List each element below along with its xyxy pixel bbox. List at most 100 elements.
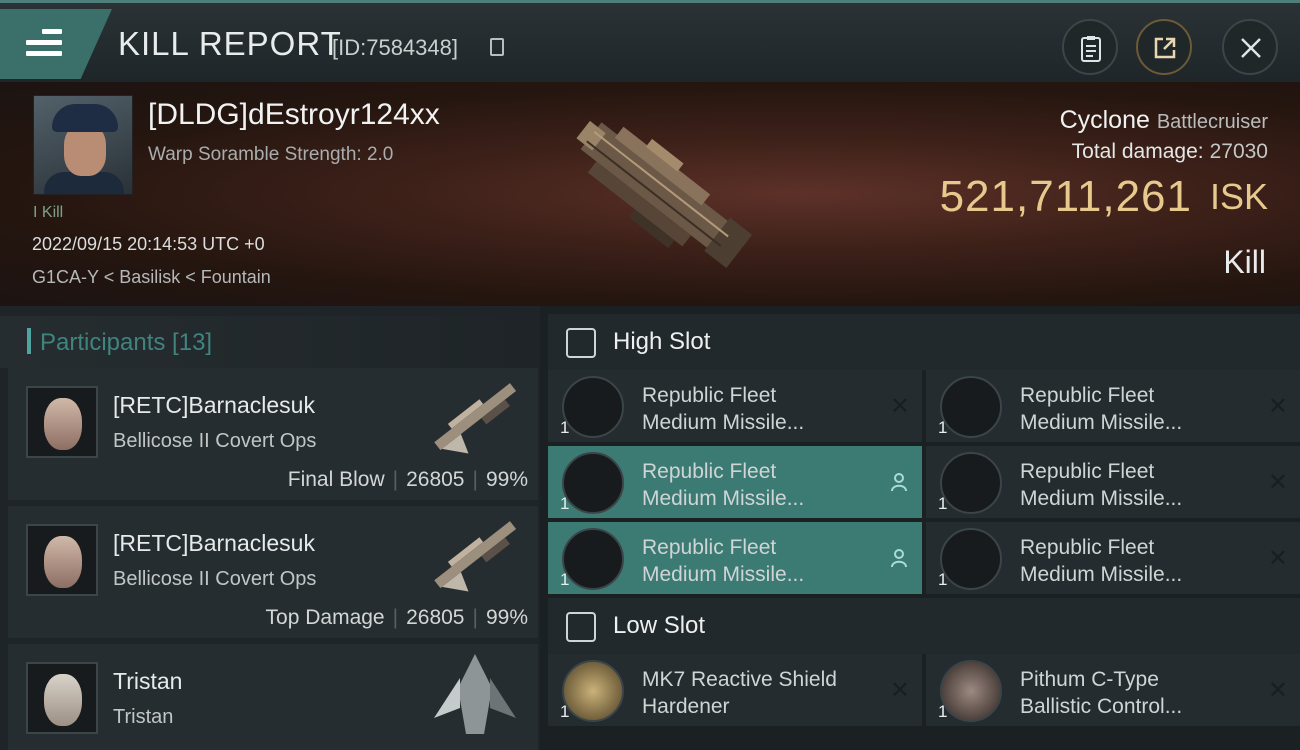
module-item[interactable]: 1 Pithum C-Type Ballistic Control... ✕ — [926, 654, 1300, 726]
kill-banner: [DLDG]dEstroyr124xx Warp Soramble Streng… — [0, 82, 1300, 306]
low-slot-label: Low Slot — [613, 612, 706, 639]
module-name: Republic Fleet Medium Missile... — [642, 536, 805, 586]
participant-ship: Bellicose II Covert Ops — [113, 430, 317, 452]
participant-damage: 26805 — [406, 468, 465, 491]
module-quantity: 1 — [560, 702, 570, 721]
clipboard-button[interactable] — [1062, 19, 1118, 75]
close-button[interactable] — [1222, 19, 1278, 75]
isk-unit: ISK — [1209, 176, 1268, 217]
missile-launcher-icon — [940, 528, 1002, 590]
result-label: Kill — [1223, 244, 1266, 280]
missile-launcher-icon — [562, 452, 624, 514]
page-title: KILL REPORT — [118, 25, 342, 62]
ship-type: Cyclone — [1059, 106, 1150, 134]
missile-launcher-icon — [562, 528, 624, 590]
participants-panel: Participants [13] [RETC]Barnaclesuk Bell… — [0, 306, 540, 750]
participant-row[interactable]: [RETC]Barnaclesuk Bellicose II Covert Op… — [8, 368, 538, 500]
participants-header: Participants [13] — [0, 316, 540, 368]
missile-launcher-icon — [940, 452, 1002, 514]
module-name: Republic Fleet Medium Missile... — [1020, 536, 1183, 586]
module-quantity: 1 — [938, 702, 948, 721]
module-name: Republic Fleet Medium Missile... — [642, 460, 805, 510]
module-item[interactable]: 1 Republic Fleet Medium Missile... ✕ — [926, 522, 1300, 594]
module-quantity: 1 — [560, 570, 570, 589]
module-quantity: 1 — [560, 418, 570, 437]
participant-ship-icon — [434, 521, 517, 592]
share-icon — [1154, 37, 1176, 59]
module-quantity: 1 — [938, 418, 948, 437]
victim-avatar[interactable] — [33, 95, 133, 195]
clipboard-icon — [1081, 36, 1101, 62]
participant-ship-icon — [434, 383, 517, 454]
low-slot-icon — [566, 612, 596, 642]
participants-title: Participants [13] — [40, 329, 213, 356]
total-damage-value: 27030 — [1209, 140, 1268, 163]
destroyed-icon: ✕ — [1267, 469, 1288, 496]
high-slot-header: High Slot — [548, 314, 1300, 370]
participant-avatar — [26, 386, 98, 458]
high-slot-label: High Slot — [613, 328, 711, 355]
module-quantity: 1 — [938, 494, 948, 513]
dropped-person-icon — [891, 473, 907, 492]
ship-class: Battlecruiser — [1156, 111, 1268, 133]
participant-name: [RETC]Barnaclesuk — [113, 530, 315, 556]
destroyed-icon: ✕ — [889, 393, 910, 420]
participant-percent: 99% — [485, 606, 528, 629]
module-item[interactable]: 1 Republic Fleet Medium Missile... ✕ — [926, 446, 1300, 518]
participant-ship: Bellicose II Covert Ops — [113, 568, 317, 590]
isk-value: 521,711,261 — [939, 172, 1192, 221]
participant-stats: Top Damage | 26805 | 99% — [265, 606, 528, 629]
destroyed-icon: ✕ — [889, 677, 910, 704]
close-icon — [1241, 38, 1261, 58]
victim-ship-name[interactable]: Cyclone Battlecruiser — [1060, 106, 1268, 135]
kill-count-tag: I Kill — [33, 204, 64, 221]
menu-icon — [26, 29, 62, 62]
menu-button[interactable] — [0, 9, 112, 79]
kill-id: [ID:7584348] — [332, 35, 458, 60]
total-damage: Total damage: 27030 — [1072, 140, 1268, 164]
warp-scramble-strength: Warp Soramble Strength: 2.0 — [148, 144, 394, 165]
participant-damage: 26805 — [406, 606, 465, 629]
destroyed-icon: ✕ — [1267, 393, 1288, 420]
missile-launcher-icon — [562, 376, 624, 438]
participant-ship: Tristan — [113, 706, 174, 728]
module-name: Republic Fleet Medium Missile... — [642, 384, 805, 434]
kill-location[interactable]: G1CA-Y < Basilisk < Fountain — [32, 267, 271, 288]
participant-stats: Final Blow | 26805 | 99% — [287, 468, 528, 491]
total-damage-label: Total damage: — [1071, 140, 1204, 163]
copy-icon[interactable] — [490, 38, 504, 56]
participant-role: Top Damage — [265, 606, 385, 629]
module-name: Republic Fleet Medium Missile... — [1020, 460, 1183, 510]
module-name: MK7 Reactive Shield Hardener — [642, 668, 837, 718]
participant-role: Final Blow — [287, 468, 385, 491]
module-item[interactable]: 1 Republic Fleet Medium Missile... ✕ — [926, 370, 1300, 442]
ballistic-control-icon — [940, 660, 1002, 722]
destroyed-icon: ✕ — [1267, 677, 1288, 704]
victim-name[interactable]: [DLDG]dEstroyr124xx — [148, 98, 440, 132]
kill-datetime: 2022/09/15 20:14:53 UTC +0 — [32, 234, 265, 254]
participant-percent: 99% — [485, 468, 528, 491]
shield-hardener-icon — [562, 660, 624, 722]
participant-avatar — [26, 662, 98, 734]
top-bar: KILL REPORT [ID:7584348] — [0, 0, 1300, 82]
module-quantity: 1 — [560, 494, 570, 513]
dropped-person-icon — [891, 549, 907, 568]
module-item[interactable]: 1 Republic Fleet Medium Missile... — [548, 446, 922, 518]
module-item[interactable]: 1 MK7 Reactive Shield Hardener ✕ — [548, 654, 922, 726]
high-slot-icon — [566, 328, 596, 358]
participant-row[interactable]: [RETC]Barnaclesuk Bellicose II Covert Op… — [8, 506, 538, 638]
victim-ship-image — [576, 120, 753, 269]
module-name: Republic Fleet Medium Missile... — [1020, 384, 1183, 434]
module-item[interactable]: 1 Republic Fleet Medium Missile... — [548, 522, 922, 594]
destroyed-icon: ✕ — [1267, 545, 1288, 572]
low-slot-header: Low Slot — [548, 598, 1300, 654]
participant-name: Tristan — [113, 668, 183, 694]
participant-name: [RETC]Barnaclesuk — [113, 392, 315, 418]
fitting-panel: High Slot 1 Republic Fleet Medium Missile… — [540, 306, 1300, 750]
missile-launcher-icon — [940, 376, 1002, 438]
share-button[interactable] — [1136, 19, 1192, 75]
module-quantity: 1 — [938, 570, 948, 589]
module-name: Pithum C-Type Ballistic Control... — [1020, 668, 1183, 718]
module-item[interactable]: 1 Republic Fleet Medium Missile... ✕ — [548, 370, 922, 442]
participant-row[interactable]: Tristan Tristan — [8, 644, 538, 750]
